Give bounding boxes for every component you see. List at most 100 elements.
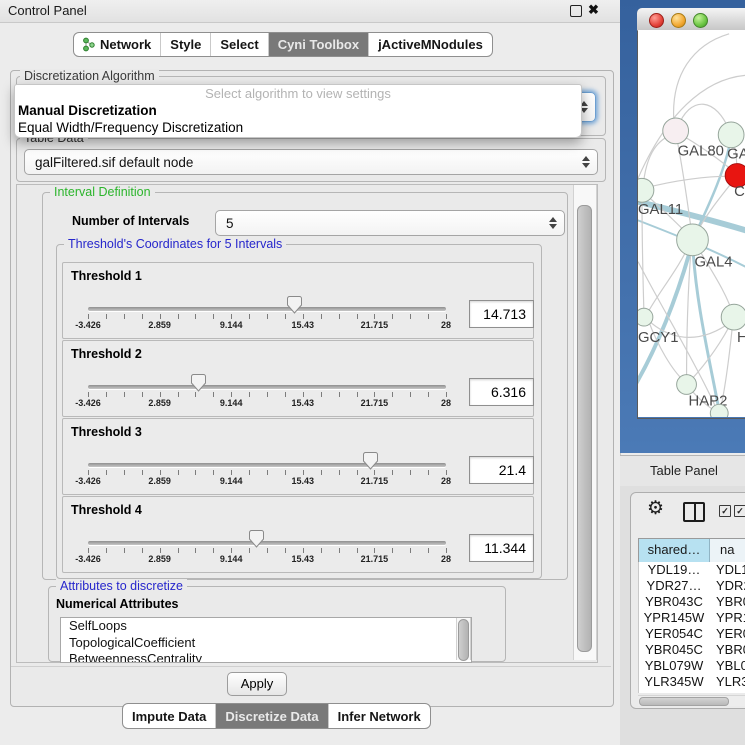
threshold-label: Threshold 4 [71, 503, 142, 517]
slider-track[interactable] [88, 307, 446, 311]
tab-label: Discretize Data [225, 709, 318, 724]
slider-tick [178, 548, 179, 553]
network-node-label: GAL4 [694, 255, 732, 271]
combo-spinner-icon [549, 217, 557, 229]
table-row[interactable]: YPR145WYPR1 [639, 610, 745, 626]
slider-thumb[interactable] [191, 374, 206, 397]
apply-button[interactable]: Apply [227, 672, 287, 696]
slider-tick [231, 470, 232, 475]
slider-tick-label: 2.859 [148, 554, 171, 564]
attribute-list-item[interactable]: BetweennessCentrality [61, 651, 471, 663]
slider-thumb[interactable] [363, 452, 378, 475]
slider-tick [392, 392, 393, 397]
slider-tick [410, 392, 411, 397]
float-window-icon[interactable] [570, 5, 582, 17]
dropdown-item-equal-width-frequency[interactable]: Equal Width/Frequency Discretization [15, 119, 581, 136]
threshold-label: Threshold 1 [71, 269, 142, 283]
slider-thumb[interactable] [249, 530, 264, 553]
table-row[interactable]: YDR27…YDR2 [639, 578, 745, 594]
slider-tick-label: -3.426 [75, 320, 101, 330]
table-panel-body: ⚙ ✓ ✓ shared… na YDL19…YDL1YDR27…YDR2YBR… [620, 486, 745, 745]
slider-tick [106, 548, 107, 553]
slider-tick [446, 470, 447, 475]
window-minimize-icon[interactable] [671, 13, 686, 28]
horizontal-scrollbar[interactable] [638, 695, 745, 706]
network-node-gal4[interactable] [677, 224, 709, 256]
slider-tick-label: 28 [441, 554, 451, 564]
slider-tick [303, 548, 304, 553]
slider-tick [357, 314, 358, 319]
threshold-label: Threshold 2 [71, 347, 142, 361]
table-row[interactable]: YIL052CYIL0 [639, 690, 745, 693]
cell-name: YER0 [709, 626, 745, 642]
network-node-gal11[interactable] [638, 178, 654, 202]
gear-icon[interactable]: ⚙ [647, 497, 664, 520]
slider-tick-label: 28 [441, 398, 451, 408]
tab-cyni-toolbox[interactable]: Cyni Toolbox [269, 33, 369, 56]
slider-track[interactable] [88, 385, 446, 389]
slider-tick [88, 548, 89, 553]
tab-select[interactable]: Select [211, 33, 268, 56]
cell-shared-name: YBL079W [639, 658, 709, 674]
slider-tick [195, 548, 196, 553]
table-data-combobox[interactable]: galFiltered.sif default node [24, 149, 598, 175]
dropdown-item-manual-discretization[interactable]: Manual Discretization [15, 102, 581, 119]
threshold-value-field[interactable] [469, 300, 534, 328]
slider-tick [410, 470, 411, 475]
panel-title: Control Panel [8, 0, 87, 22]
slider-track[interactable] [88, 463, 446, 467]
slider-tick [124, 314, 125, 319]
slider-tick [142, 392, 143, 397]
slider-tick [124, 548, 125, 553]
tab-impute-data[interactable]: Impute Data [123, 704, 216, 728]
network-canvas[interactable]: GAL80GACGAL11GAL4GCY1HHAP2 [638, 30, 745, 417]
slider-track[interactable] [88, 541, 446, 545]
split-columns-icon[interactable] [683, 502, 705, 522]
checkbox-icon[interactable]: ✓ [734, 505, 745, 517]
network-node-h-node[interactable] [721, 304, 745, 330]
slider-tick [392, 548, 393, 553]
numerical-attributes-list[interactable]: SelfLoopsTopologicalCoefficientBetweenne… [60, 617, 472, 663]
table-row[interactable]: YBR043CYBR0 [639, 594, 745, 610]
attribute-list-item[interactable]: TopologicalCoefficient [61, 635, 471, 652]
attributes-list-scrollbar-thumb[interactable] [458, 619, 469, 661]
network-node-hap2[interactable] [677, 375, 697, 395]
window-close-icon[interactable] [649, 13, 664, 28]
table-row[interactable]: YER054CYER0 [639, 626, 745, 642]
slider-tick-label: -3.426 [75, 554, 101, 564]
cell-shared-name: YPR145W [639, 610, 709, 626]
tab-infer-network[interactable]: Infer Network [329, 704, 430, 728]
threshold-value-field[interactable] [469, 378, 534, 406]
table-row[interactable]: YBL079WYBL0 [639, 658, 745, 674]
table-row[interactable]: YDL19…YDL1 [639, 562, 745, 578]
close-icon[interactable]: ✖ [588, 2, 599, 18]
column-header-shared-name[interactable]: shared… [638, 539, 710, 563]
slider-tick [160, 314, 161, 319]
tab-jactivemnodules[interactable]: jActiveMNodules [369, 33, 492, 56]
cell-shared-name: YDR27… [639, 578, 709, 594]
tab-network[interactable]: Network [74, 33, 161, 56]
network-node-gal80[interactable] [663, 118, 689, 144]
network-node-bottom-node[interactable] [710, 404, 728, 417]
cell-shared-name: YBR045C [639, 642, 709, 658]
cell-name: YDR2 [709, 578, 745, 594]
vertical-scrollbar-thumb[interactable] [577, 205, 592, 652]
network-node-gcy1[interactable] [638, 308, 653, 326]
window-zoom-icon[interactable] [693, 13, 708, 28]
threshold-value-field[interactable] [469, 534, 534, 562]
column-header-name[interactable]: na [710, 539, 745, 563]
slider-tick [339, 548, 340, 553]
slider-tick [267, 392, 268, 397]
slider-tick-label: 21.715 [361, 554, 389, 564]
network-node-gal-top[interactable] [718, 122, 744, 148]
number-of-intervals-combobox[interactable]: 5 [215, 210, 565, 236]
slider-thumb[interactable] [287, 296, 302, 319]
tab-discretize-data[interactable]: Discretize Data [216, 704, 328, 728]
table-row[interactable]: YLR345WYLR3 [639, 674, 745, 690]
attribute-list-item[interactable]: SelfLoops [61, 618, 471, 635]
horizontal-scrollbar-thumb[interactable] [639, 697, 729, 706]
table-row[interactable]: YBR045CYBR0 [639, 642, 745, 658]
checkbox-icon[interactable]: ✓ [719, 505, 731, 517]
tab-style[interactable]: Style [161, 33, 211, 56]
threshold-value-field[interactable] [469, 456, 534, 484]
